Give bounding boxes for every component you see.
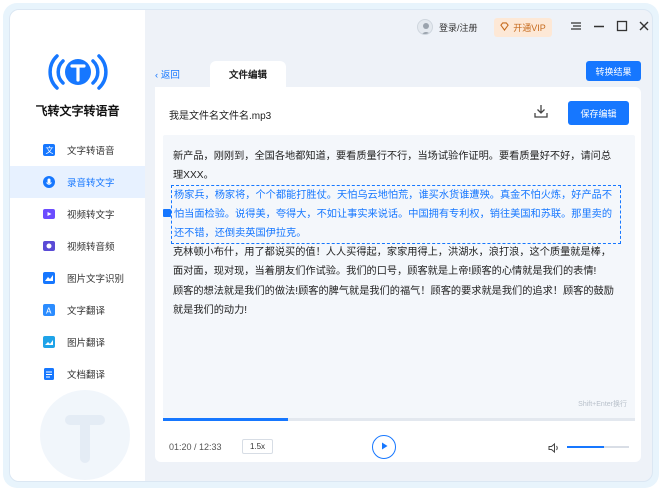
editor-panel: ‹ 返回 文件编辑 转换结果 我是文件名文件名.mp3 保存编辑 新产品，刚刚到… — [155, 50, 641, 462]
convert-result-button[interactable]: 转换结果 — [586, 61, 641, 81]
sidebar-item-label: 图片文字识别 — [67, 274, 125, 285]
newline-hint: Shift+Enter换行 — [578, 401, 627, 408]
sidebar-item-document-translate[interactable]: 文档翻译 — [10, 358, 145, 390]
menu-icon[interactable] — [569, 20, 583, 35]
watermark-logo — [40, 390, 130, 480]
volume-icon[interactable] — [548, 441, 560, 454]
maximize-icon[interactable] — [615, 20, 629, 35]
sidebar-item-video-to-audio[interactable]: 视频转音频 — [10, 230, 145, 262]
transcript-paragraph-highlighted[interactable]: 杨家兵，杨家将，个个都能打胜仗。天怕乌云地怕荒，谁买水货谁遭殃。真金不怕火炼，好… — [171, 185, 621, 244]
file-name: 我是文件名文件名.mp3 — [169, 111, 272, 122]
sidebar-item-video-to-text[interactable]: 视频转文字 — [10, 198, 145, 230]
vip-label: 开通VIP — [513, 23, 546, 33]
back-button[interactable]: ‹ 返回 — [155, 67, 180, 81]
transcript-editor[interactable]: 新产品，刚刚到，全国各地都知道，要看质量行不行，当场试验作证明。要看质量好不好，… — [163, 135, 635, 420]
sidebar-item-label: 文字翻译 — [67, 306, 106, 317]
sidebar-item-label: 视频转文字 — [67, 210, 115, 221]
transcript-paragraph[interactable]: 顾客的想法就是我们的做法!顾客的脾气就是我们的福气！顾客的要求就是我们的追求！顾… — [173, 282, 619, 320]
speed-button[interactable]: 1.5x — [242, 439, 273, 454]
sidebar-item-label: 文字转语音 — [67, 146, 115, 157]
text-translate-icon: A — [42, 303, 56, 317]
sidebar-item-recording-to-text[interactable]: 录音转文字 — [10, 166, 145, 198]
close-icon[interactable] — [637, 20, 651, 35]
top-bar: 登录/注册 开通VIP — [145, 10, 652, 44]
download-icon[interactable] — [533, 103, 549, 119]
vip-button[interactable]: 开通VIP — [494, 18, 552, 37]
play-icon — [379, 438, 389, 456]
chevron-left-icon: ‹ — [155, 70, 159, 81]
image-ocr-icon — [42, 271, 56, 285]
play-button[interactable] — [372, 435, 396, 459]
login-button[interactable]: 登录/注册 — [417, 19, 478, 35]
text-to-speech-icon: 文 — [42, 143, 56, 157]
volume-slider-fill — [567, 446, 605, 448]
app-logo — [48, 50, 108, 94]
sidebar-nav: 文 文字转语音 录音转文字 视频转文字 视频转音频 图片文字识别 A 文字翻译 … — [10, 134, 145, 390]
sidebar-item-label: 文档翻译 — [67, 370, 106, 381]
transcript-paragraph[interactable]: 新产品，刚刚到，全国各地都知道，要看质量行不行，当场试验作证明。要看质量好不好，… — [173, 147, 619, 185]
video-to-audio-icon — [42, 239, 56, 253]
save-edit-button[interactable]: 保存编辑 — [568, 101, 629, 125]
transcript-paragraph[interactable]: 克林顿小布什，用了都说买的值！人人买得起，家家用得上，洪湖水，浪打浪，这个质量就… — [173, 243, 619, 281]
sidebar-item-label: 视频转音频 — [67, 242, 115, 253]
minimize-icon[interactable] — [592, 20, 606, 35]
volume-slider[interactable] — [567, 446, 629, 448]
login-label: 登录/注册 — [439, 22, 478, 33]
sidebar-item-label: 图片翻译 — [67, 338, 106, 349]
sidebar-item-text-to-speech[interactable]: 文 文字转语音 — [10, 134, 145, 166]
avatar — [417, 19, 433, 35]
editor-card: 我是文件名文件名.mp3 保存编辑 新产品，刚刚到，全国各地都知道，要看质量行不… — [155, 87, 641, 462]
sidebar-item-text-translate[interactable]: A 文字翻译 — [10, 294, 145, 326]
sidebar-item-label: 录音转文字 — [67, 178, 115, 189]
recording-to-text-icon — [42, 175, 56, 189]
sidebar: 飞转文字转语音 文 文字转语音 录音转文字 视频转文字 视频转音频 图片文字识别… — [10, 10, 145, 481]
svg-text:文: 文 — [46, 145, 54, 155]
app-window: 飞转文字转语音 文 文字转语音 录音转文字 视频转文字 视频转音频 图片文字识别… — [9, 9, 653, 482]
diamond-icon — [500, 22, 510, 33]
playback-progress-bar[interactable] — [163, 418, 635, 421]
playback-progress-fill — [163, 418, 289, 421]
playback-time: 01:20 / 12:33 — [169, 442, 222, 452]
app-title: 飞转文字转语音 — [35, 104, 120, 118]
image-translate-icon — [42, 335, 56, 349]
app-frame: 飞转文字转语音 文 文字转语音 录音转文字 视频转文字 视频转音频 图片文字识别… — [3, 3, 659, 488]
tab-file-edit[interactable]: 文件编辑 — [210, 61, 286, 87]
back-label: 返回 — [160, 70, 180, 81]
sidebar-item-image-ocr[interactable]: 图片文字识别 — [10, 262, 145, 294]
sidebar-item-image-translate[interactable]: 图片翻译 — [10, 326, 145, 358]
svg-text:A: A — [46, 307, 52, 316]
document-translate-icon — [42, 367, 56, 381]
video-to-text-icon — [42, 207, 56, 221]
highlight-marker-icon — [163, 209, 171, 217]
